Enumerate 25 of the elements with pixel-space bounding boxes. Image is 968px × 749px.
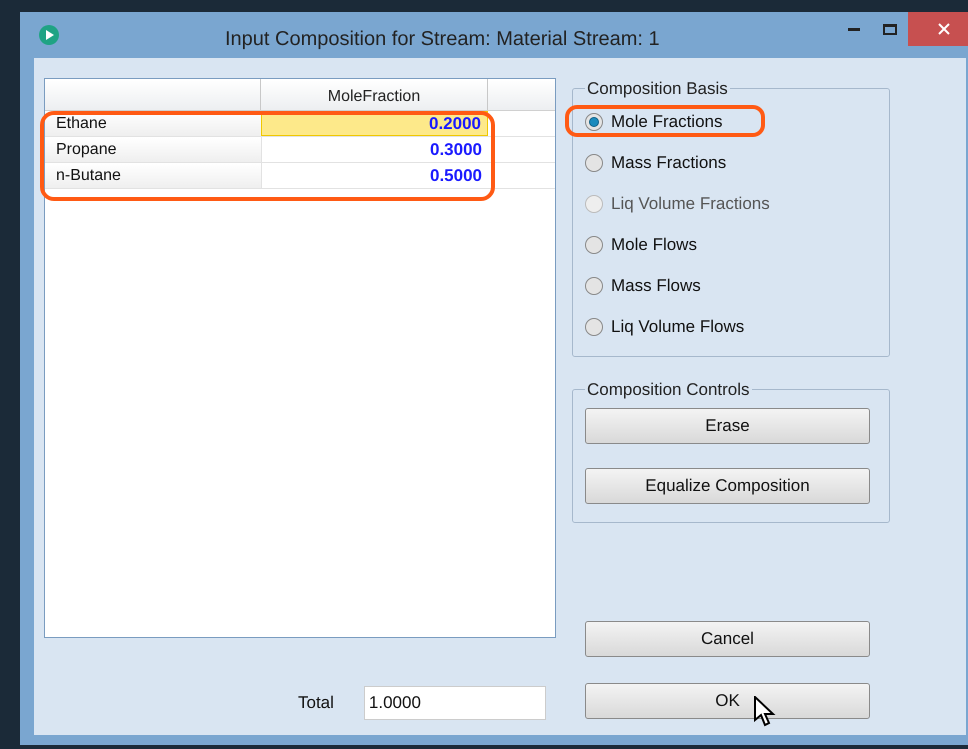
radio-label: Mole Flows	[611, 234, 697, 256]
group-title: Composition Controls	[586, 378, 751, 400]
equalize-button[interactable]: Equalize Composition	[585, 468, 870, 504]
column-header: MoleFraction	[261, 79, 488, 110]
total-field[interactable]: 1.0000	[364, 686, 546, 720]
ok-button[interactable]: OK	[585, 683, 870, 719]
close-icon	[938, 23, 950, 35]
group-title: Composition Basis	[586, 78, 729, 100]
radio-button[interactable]	[585, 277, 603, 295]
radio-label: Liq Volume Flows	[611, 316, 744, 338]
cancel-button[interactable]: Cancel	[585, 621, 870, 657]
radio-button[interactable]	[585, 154, 603, 172]
mouse-pointer-icon	[754, 696, 776, 728]
window-title: Input Composition for Stream: Material Stream: 1	[225, 27, 660, 52]
total-label: Total	[298, 692, 334, 714]
erase-button[interactable]: Erase	[585, 408, 870, 444]
radio-label: Mole Fractions	[611, 111, 722, 134]
play-logo-icon	[38, 24, 60, 46]
radio-label: Liq Volume Fractions	[611, 193, 770, 216]
radio-label: Mass Flows	[611, 275, 701, 298]
radio-button[interactable]	[585, 113, 603, 131]
radio-button[interactable]	[585, 318, 603, 336]
radio-button[interactable]	[585, 236, 603, 254]
radio-label: Mass Fractions	[611, 152, 726, 174]
close-button[interactable]	[908, 12, 968, 46]
